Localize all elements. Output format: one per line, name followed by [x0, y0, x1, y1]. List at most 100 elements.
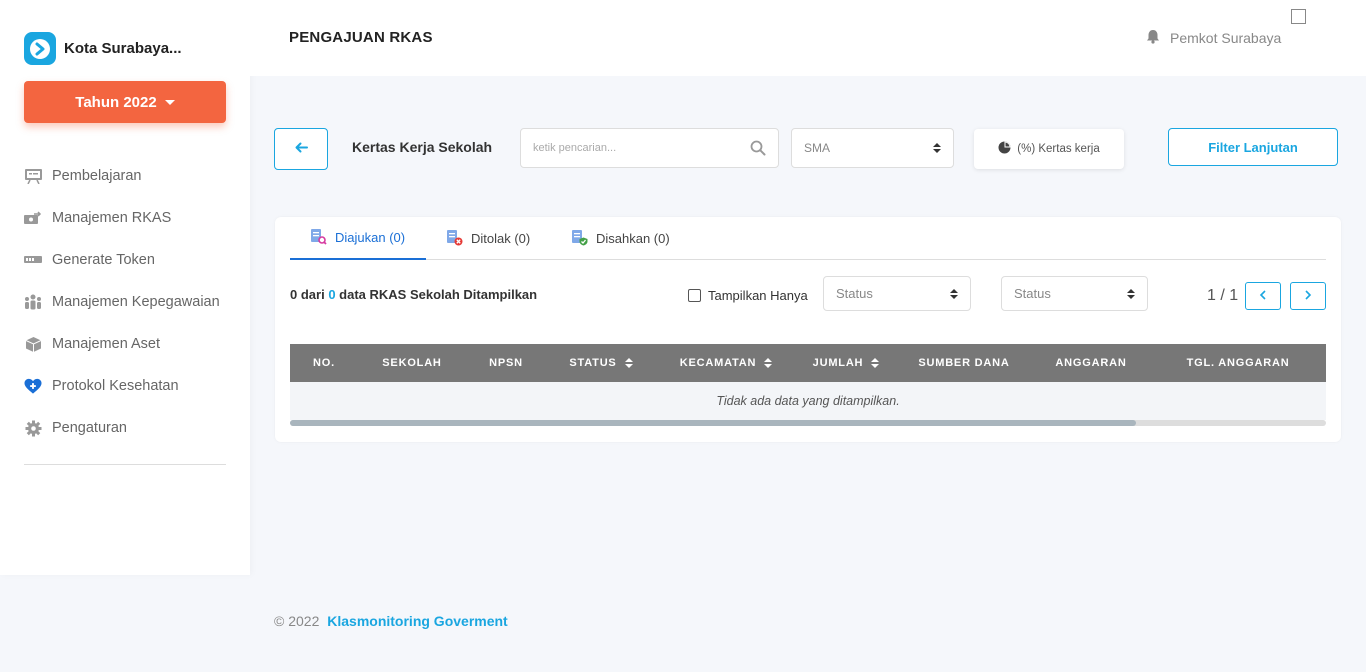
scrollbar-thumb[interactable] [290, 420, 1136, 426]
tab-disahkan[interactable]: Disahkan (0) [571, 217, 670, 260]
select-arrows-icon [950, 288, 958, 299]
app-logo-icon [24, 32, 56, 65]
tab-diajukan[interactable]: Diajukan (0) [290, 217, 426, 260]
column-header-anggaran: ANGGARAN [1032, 344, 1150, 382]
select-arrows-icon [933, 143, 941, 153]
status-select-2[interactable]: Status [1001, 276, 1148, 311]
search-input[interactable] [521, 129, 741, 167]
column-label: NO. [313, 357, 335, 369]
sidebar-item-manajemen-kepegawaian[interactable]: Manajemen Kepegawaian [24, 281, 234, 323]
search-icon[interactable] [750, 140, 766, 161]
rkas-card: Diajukan (0) Ditolak (0) Disahkan (0) 0 … [275, 217, 1341, 442]
back-button[interactable] [274, 128, 328, 170]
year-dropdown-button[interactable]: Tahun 2022 [24, 81, 226, 123]
select-arrows-icon [1127, 288, 1135, 299]
sidebar-menu: Pembelajaran Manajemen RKAS Generate Tok… [24, 155, 234, 449]
total-count: 0 [328, 287, 336, 302]
gear-icon [24, 419, 42, 437]
page-title: PENGAJUAN RKAS [289, 29, 433, 46]
sidebar-item-protokol-kesehatan[interactable]: Protokol Kesehatan [24, 365, 234, 407]
sidebar-item-label: Pengaturan [52, 420, 127, 436]
result-count: 0 dari 0 data RKAS Sekolah Ditampilkan [290, 287, 537, 302]
column-label: SUMBER DANA [918, 357, 1010, 369]
sidebar-item-label: Generate Token [52, 252, 155, 268]
sidebar-item-label: Manajemen Aset [52, 336, 161, 352]
tab-ditolak[interactable]: Ditolak (0) [446, 217, 530, 260]
box-icon [24, 335, 42, 353]
chevron-left-icon [1259, 287, 1267, 305]
section-title: Kertas Kerja Sekolah [352, 139, 493, 155]
checkbox-label: Tampilkan Hanya [708, 288, 808, 303]
column-label: TGL. ANGGARAN [1186, 357, 1290, 369]
user-menu[interactable]: Pemkot Surabaya [1146, 29, 1281, 47]
sidebar-item-pengaturan[interactable]: Pengaturan [24, 407, 234, 449]
column-label: JUMLAH [812, 357, 864, 369]
tab-label: Diajukan (0) [335, 230, 406, 245]
user-name: Pemkot Surabaya [1170, 30, 1282, 46]
year-label: Tahun 2022 [75, 93, 157, 111]
copyright-text: © 2022 [274, 613, 320, 629]
status-select-value: Status [1014, 286, 1051, 301]
sidebar-item-label: Manajemen Kepegawaian [52, 294, 220, 310]
chevron-right-icon [1304, 287, 1312, 305]
footer: © 2022 Klasmonitoring Goverment [274, 613, 508, 629]
document-search-icon [310, 228, 327, 248]
level-select[interactable]: SMA [791, 128, 954, 168]
column-label: NPSN [489, 357, 523, 369]
sidebar-item-label: Pembelajaran [52, 168, 142, 184]
sort-icon[interactable] [871, 358, 880, 368]
tab-bar: Diajukan (0) Ditolak (0) Disahkan (0) [290, 217, 1326, 260]
status-select-1[interactable]: Status [823, 276, 971, 311]
presentation-board-icon [24, 167, 42, 185]
table-row: Tidak ada data yang ditampilkan. [290, 382, 1326, 420]
column-header-npsn: NPSN [466, 344, 546, 382]
empty-table-message: Tidak ada data yang ditampilkan. [290, 382, 1326, 420]
table-header-row: NO. SEKOLAH NPSN STATUS KECAMATAN JUMLAH… [290, 344, 1326, 382]
money-transfer-icon [24, 209, 42, 227]
top-header: PENGAJUAN RKAS Pemkot Surabaya [250, 0, 1366, 76]
brand[interactable]: Kota Surabaya... [24, 32, 182, 65]
tab-label: Disahkan (0) [596, 231, 670, 246]
sidebar-item-label: Manajemen RKAS [52, 210, 172, 226]
search-box [520, 128, 779, 168]
kertas-kerja-button[interactable]: (%) Kertas kerja [974, 129, 1124, 169]
sidebar-item-generate-token[interactable]: Generate Token [24, 239, 234, 281]
document-approved-icon [571, 229, 588, 249]
corner-checkbox[interactable] [1291, 9, 1306, 24]
column-label: ANGGARAN [1055, 357, 1127, 369]
company-link[interactable]: Klasmonitoring Goverment [327, 613, 507, 629]
column-header-tgl-anggaran: TGL. ANGGARAN [1150, 344, 1326, 382]
column-header-jumlah[interactable]: JUMLAH [796, 344, 896, 382]
sort-icon[interactable] [624, 358, 633, 368]
column-label: KECAMATAN [679, 357, 757, 369]
horizontal-scrollbar[interactable] [290, 420, 1326, 426]
arrow-left-icon [295, 140, 308, 158]
tampilkan-hanya-checkbox[interactable] [688, 289, 701, 302]
column-header-sekolah: SEKOLAH [358, 344, 466, 382]
bell-icon[interactable] [1146, 29, 1160, 47]
caret-down-icon [164, 99, 175, 105]
tab-label: Ditolak (0) [471, 231, 531, 246]
sidebar-item-pembelajaran[interactable]: Pembelajaran [24, 155, 234, 197]
sidebar-item-manajemen-aset[interactable]: Manajemen Aset [24, 323, 234, 365]
heart-plus-icon [24, 377, 42, 395]
column-header-status[interactable]: STATUS [546, 344, 656, 382]
column-header-sumber-dana: SUMBER DANA [896, 344, 1032, 382]
column-header-no: NO. [290, 344, 358, 382]
document-rejected-icon [446, 229, 463, 249]
sort-icon[interactable] [764, 358, 773, 368]
pie-chart-icon [998, 141, 1011, 157]
sidebar-item-manajemen-rkas[interactable]: Manajemen RKAS [24, 197, 234, 239]
prev-page-button[interactable] [1245, 282, 1281, 310]
filter-lanjutan-button[interactable]: Filter Lanjutan [1168, 128, 1338, 166]
sidebar-divider [24, 464, 226, 465]
column-header-kecamatan[interactable]: KECAMATAN [656, 344, 796, 382]
column-label: STATUS [569, 357, 617, 369]
kertas-kerja-label: (%) Kertas kerja [1017, 143, 1100, 155]
tampilkan-hanya-filter[interactable]: Tampilkan Hanya [688, 288, 808, 303]
page-indicator: 1 / 1 [1207, 287, 1239, 304]
count-text-mid: dari [297, 287, 329, 302]
count-text-end: data RKAS Sekolah Ditampilkan [335, 287, 538, 302]
next-page-button[interactable] [1290, 282, 1326, 310]
brand-name: Kota Surabaya... [64, 40, 182, 57]
